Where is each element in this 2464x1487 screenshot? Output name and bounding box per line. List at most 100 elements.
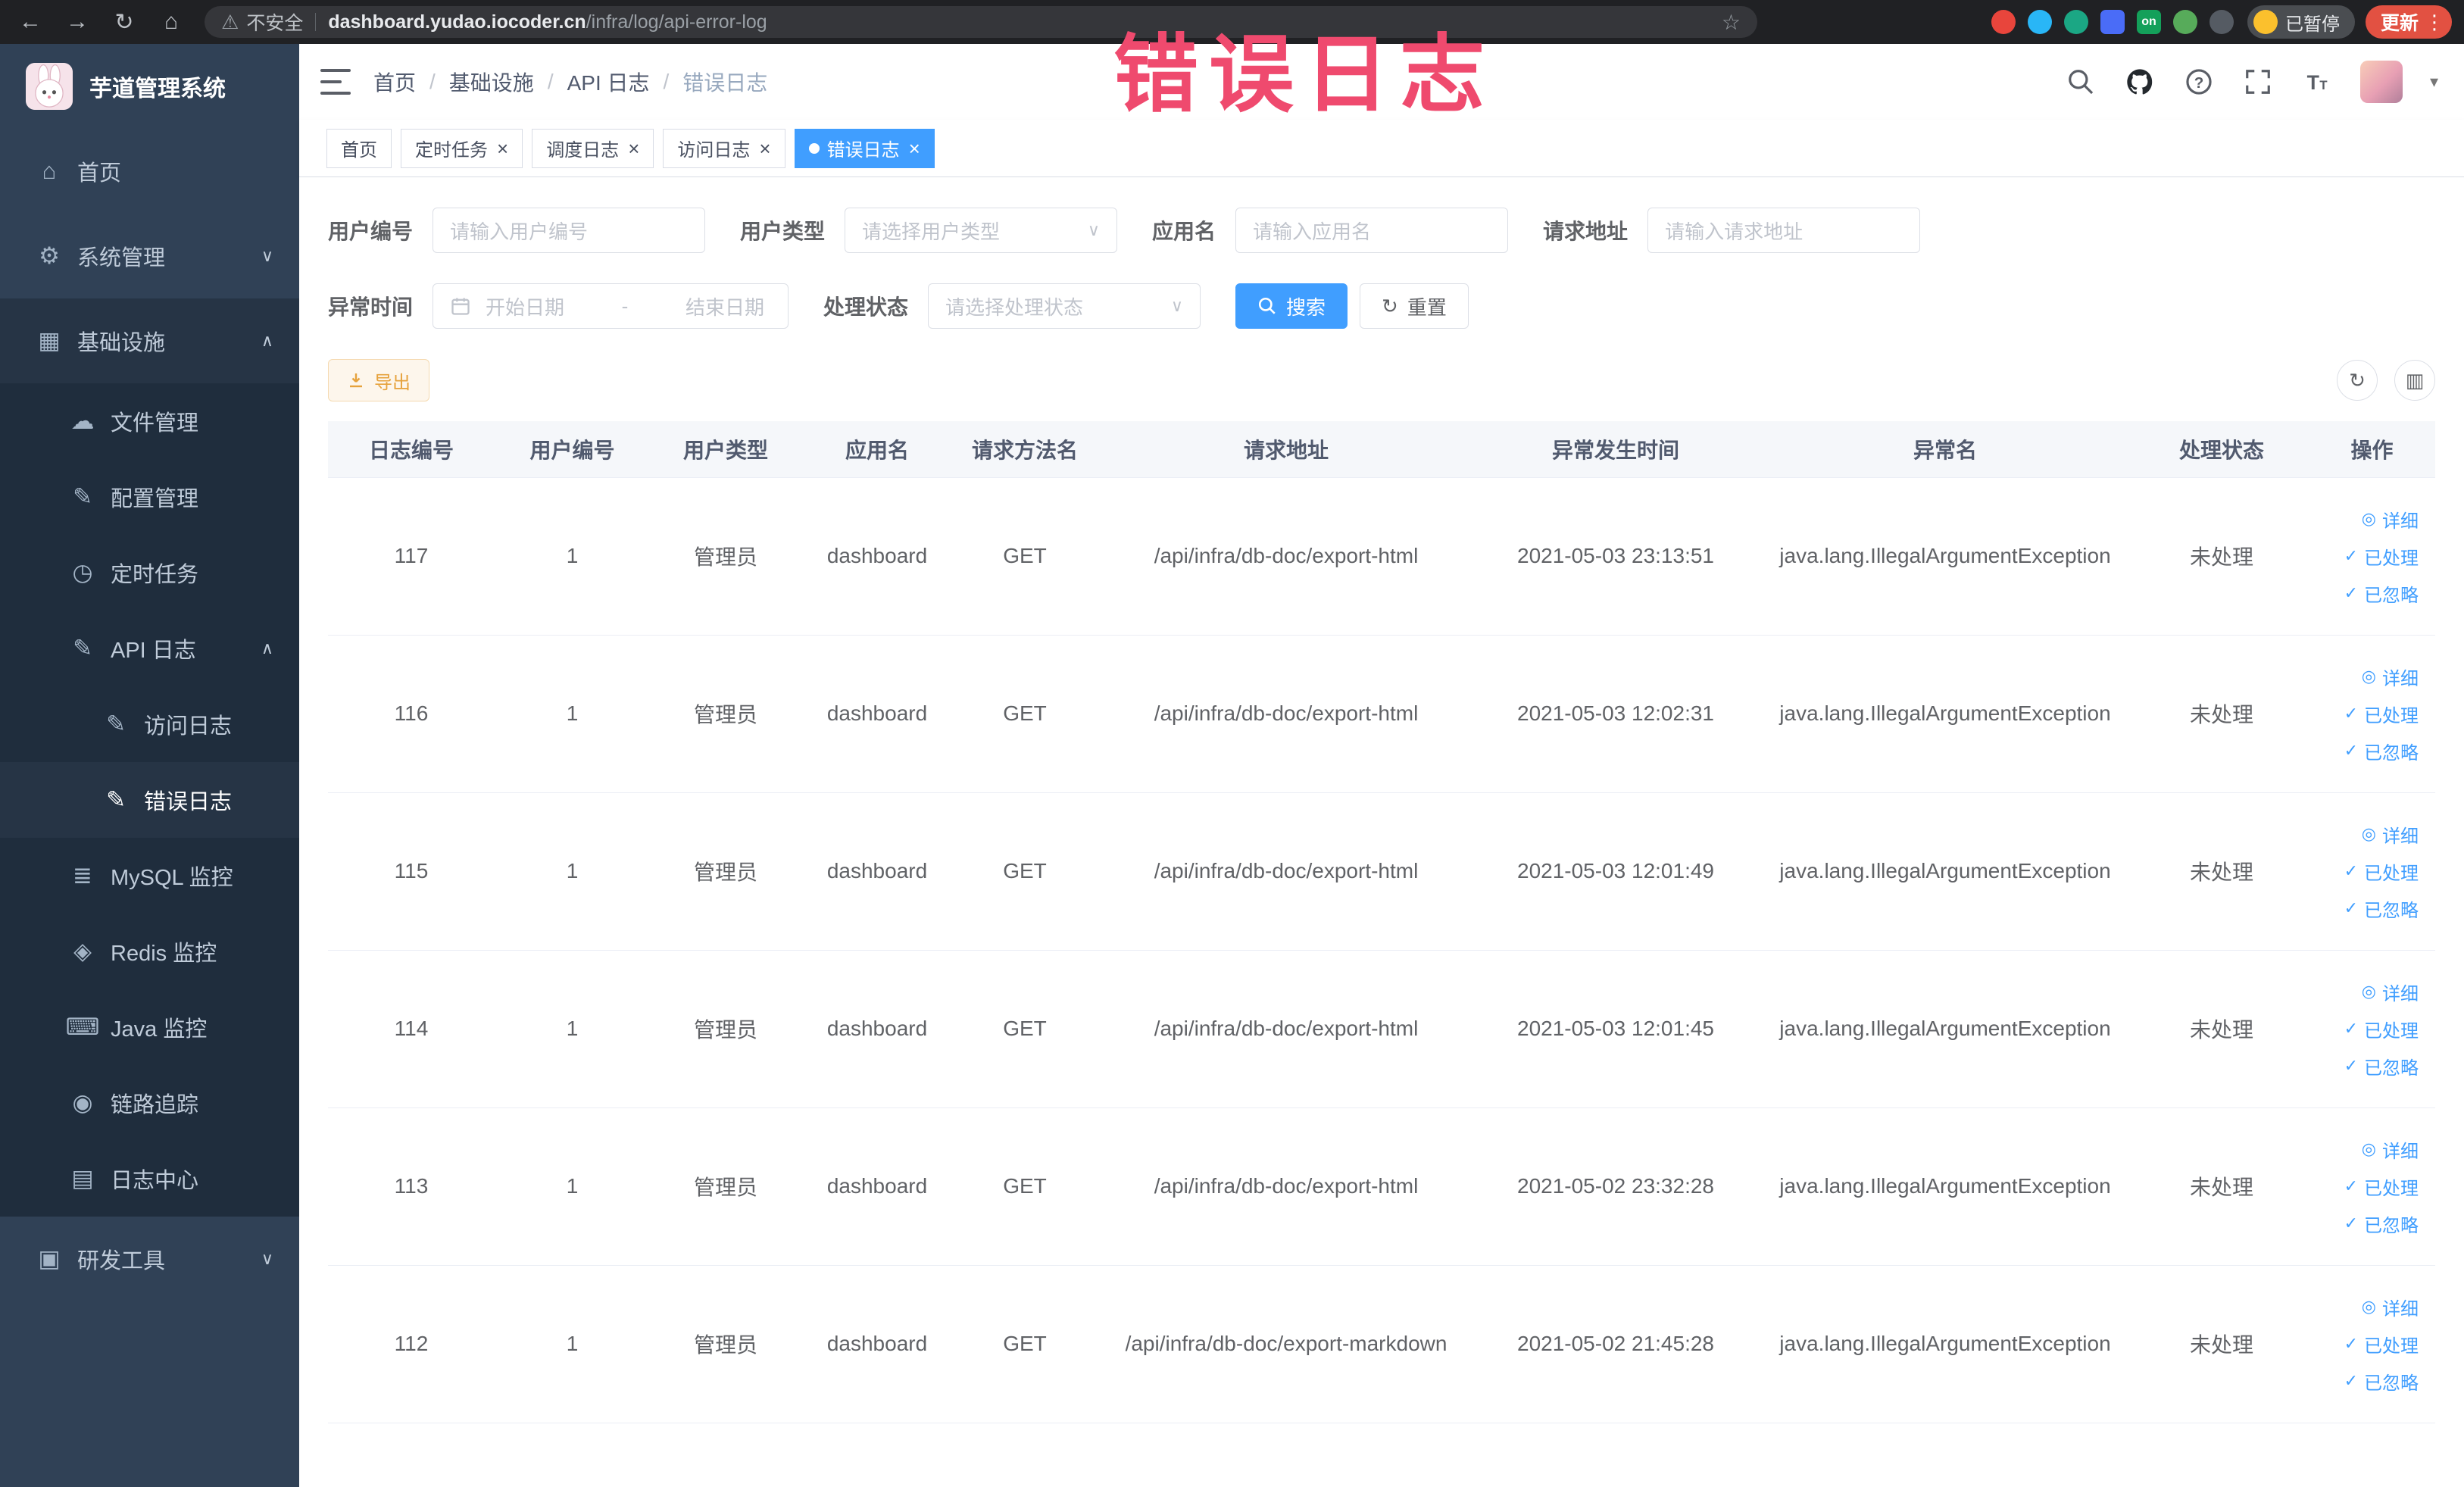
row-action-detail[interactable]: ◎ 详细 [2362, 1136, 2419, 1163]
process-status-select[interactable]: 请选择处理状态 ∨ [928, 283, 1201, 329]
table-row: 112 1 管理员 dashboard GET/api/infra/db-doc/exp… [328, 1265, 2435, 1423]
sidebar-item-dev-tools[interactable]: ▣ 研发工具 ∨ [0, 1217, 299, 1301]
user-id-label: 用户编号 [328, 220, 414, 243]
sidebar-item-mysql-monitor[interactable]: ≣ MySQL 监控 [0, 838, 299, 914]
tab-close-icon[interactable]: × [628, 139, 639, 158]
view-icon: ◎ [2361, 1297, 2376, 1316]
row-action-processed[interactable]: ✓ 已处理 [2344, 701, 2419, 727]
tab-api-error-log[interactable]: 错误日志 × [794, 128, 935, 168]
row-actions: ◎ 详细 ✓ 已处理 ✓ 已忽略 [2319, 1136, 2425, 1237]
fullscreen-icon[interactable] [2242, 66, 2274, 98]
user-type-select[interactable]: 请选择用户类型 ∨ [845, 208, 1118, 253]
app-name-input[interactable]: 请输入应用名 [1235, 208, 1509, 253]
user-avatar[interactable] [2359, 61, 2403, 103]
row-action-detail[interactable]: ◎ 详细 [2362, 979, 2419, 1005]
column-settings-icon[interactable]: ▥ [2394, 360, 2435, 401]
reset-button[interactable]: ↻ 重置 [1360, 283, 1469, 329]
dark-plug-extension-icon[interactable] [2209, 10, 2234, 34]
row-action-detail[interactable]: ◎ 详细 [2362, 664, 2419, 690]
sidebar-item-config-management[interactable]: ✎ 配置管理 [0, 459, 299, 535]
tab-api-access-log[interactable]: 访问日志 × [663, 128, 785, 168]
row-action-processed[interactable]: ✓ 已处理 [2344, 543, 2419, 570]
search-icon[interactable] [2065, 66, 2097, 98]
row-action-ignored[interactable]: ✓ 已忽略 [2344, 1368, 2419, 1395]
main-area: 首页 / 基础设施 / API 日志 / 错误日志 ? TT ▾ 首页 定时任务… [299, 44, 2464, 1487]
table-cell: GET [953, 1107, 1097, 1266]
user-type-label: 用户类型 [740, 220, 826, 243]
tab-close-icon[interactable]: × [497, 139, 508, 158]
table-tools: ↻ ▥ [2337, 360, 2435, 401]
row-action-ignored[interactable]: ✓ 已忽略 [2344, 738, 2419, 764]
row-action-processed[interactable]: ✓ 已处理 [2344, 1016, 2419, 1042]
tab-job-log[interactable]: 调度日志 × [532, 128, 654, 168]
row-action-detail[interactable]: ◎ 详细 [2362, 1294, 2419, 1320]
sidebar-item-log-center[interactable]: ▤ 日志中心 [0, 1141, 299, 1217]
bookmark-star-icon[interactable]: ☆ [1722, 10, 1741, 35]
check-icon: ✓ [2344, 1019, 2358, 1038]
breadcrumb-item[interactable]: API 日志 [567, 67, 650, 97]
help-icon[interactable]: ? [2183, 66, 2215, 98]
sidebar-item-home[interactable]: ⌂ 首页 [0, 129, 299, 214]
table-cell: dashboard [801, 950, 953, 1108]
sidebar-item-scheduled-jobs[interactable]: ◷ 定时任务 [0, 535, 299, 611]
breadcrumb-item[interactable]: 基础设施 [449, 67, 534, 97]
refresh-table-icon[interactable]: ↻ [2337, 360, 2378, 401]
row-action-detail[interactable]: ◎ 详细 [2362, 506, 2419, 533]
row-action-ignored[interactable]: ✓ 已忽略 [2344, 580, 2419, 607]
tab-home[interactable]: 首页 [326, 128, 392, 168]
request-url-input[interactable]: 请输入请求地址 [1647, 208, 1921, 253]
row-actions: ◎ 详细 ✓ 已处理 ✓ 已忽略 [2319, 1294, 2425, 1395]
red-circle-extension-icon[interactable] [1991, 10, 2016, 34]
browser-back-icon[interactable]: ← [12, 4, 48, 40]
sidebar-item-label: 文件管理 [111, 411, 199, 436]
tab-close-icon[interactable]: × [759, 139, 770, 158]
row-action-ignored[interactable]: ✓ 已忽略 [2344, 1211, 2419, 1237]
table-toolbar: 导出 ↻ ▥ [328, 359, 2435, 401]
sidebar-collapse-icon[interactable] [320, 69, 351, 95]
row-action-detail[interactable]: ◎ 详细 [2362, 821, 2419, 848]
sidebar-item-access-log[interactable]: ✎ 访问日志 [0, 686, 299, 762]
app-logo[interactable]: 芋道管理系统 [0, 44, 299, 129]
browser-home-icon[interactable]: ⌂ [153, 4, 189, 40]
profile-chip[interactable]: 已暂停 [2247, 5, 2355, 39]
row-action-processed[interactable]: ✓ 已处理 [2344, 1173, 2419, 1200]
row-action-ignored[interactable]: ✓ 已忽略 [2344, 895, 2419, 922]
app-title: 芋道管理系统 [89, 77, 226, 102]
row-action-processed[interactable]: ✓ 已处理 [2344, 1331, 2419, 1357]
sidebar-item-java-monitor[interactable]: ⌨ Java 监控 [0, 989, 299, 1065]
tab-close-icon[interactable]: × [909, 139, 920, 158]
browser-update-button[interactable]: 更新 ⋮ [2365, 5, 2452, 39]
check-icon: ✓ [2344, 704, 2358, 723]
browser-menu-icon[interactable]: ⋮ [2425, 11, 2444, 34]
export-button[interactable]: 导出 [328, 359, 429, 401]
teal-circle-extension-icon[interactable] [2063, 10, 2088, 34]
blue-grid-extension-icon[interactable] [2100, 10, 2125, 34]
sidebar-item-trace[interactable]: ◉ 链路追踪 [0, 1065, 299, 1141]
sidebar-item-file-management[interactable]: ☁ 文件管理 [0, 383, 299, 459]
tab-job[interactable]: 定时任务 × [401, 128, 523, 168]
address-bar[interactable]: ⚠ 不安全 dashboard.yudao.iocoder.cn/infra/l… [205, 6, 1757, 38]
sidebar-item-infrastructure[interactable]: ▦ 基础设施 ∧ [0, 298, 299, 383]
github-icon[interactable] [2124, 66, 2156, 98]
sidebar-item-api-log[interactable]: ✎ API 日志 ∧ [0, 611, 299, 686]
search-button[interactable]: 搜索 [1235, 283, 1348, 329]
row-action-ignored[interactable]: ✓ 已忽略 [2344, 1053, 2419, 1079]
row-action-processed[interactable]: ✓ 已处理 [2344, 858, 2419, 885]
user-id-input[interactable]: 请输入用户编号 [433, 208, 706, 253]
table-cell: java.lang.IllegalArgumentException [1756, 792, 2135, 951]
exception-time-range-picker[interactable]: 开始日期 - 结束日期 [433, 283, 789, 329]
sidebar-item-system-management[interactable]: ⚙ 系统管理 ∨ [0, 214, 299, 298]
browser-reload-icon[interactable]: ↻ [106, 4, 142, 40]
sidebar-item-error-log[interactable]: ✎ 错误日志 [0, 762, 299, 838]
sidebar-menu: ⌂ 首页 ⚙ 系统管理 ∨ ▦ 基础设施 ∧ ☁ 文件管理 ✎ 配置管理 ◷ 定时任务 ✎ API 日志 ∧ ✎ 访… [0, 129, 299, 1301]
green-leaf-extension-icon[interactable] [2172, 10, 2197, 34]
green-on-extension-icon[interactable]: on [2136, 10, 2161, 34]
breadcrumb-item[interactable]: 首页 [373, 67, 416, 97]
avatar-chevron-down-icon[interactable]: ▾ [2430, 72, 2438, 92]
row-actions: ◎ 详细 ✓ 已处理 ✓ 已忽略 [2319, 506, 2425, 607]
sidebar-item-redis-monitor[interactable]: ◈ Redis 监控 [0, 914, 299, 989]
sidebar-item-label: 定时任务 [111, 563, 199, 587]
font-size-icon[interactable]: TT [2301, 66, 2333, 98]
blue-drop-extension-icon[interactable] [2027, 10, 2052, 34]
browser-forward-icon[interactable]: → [59, 4, 95, 40]
